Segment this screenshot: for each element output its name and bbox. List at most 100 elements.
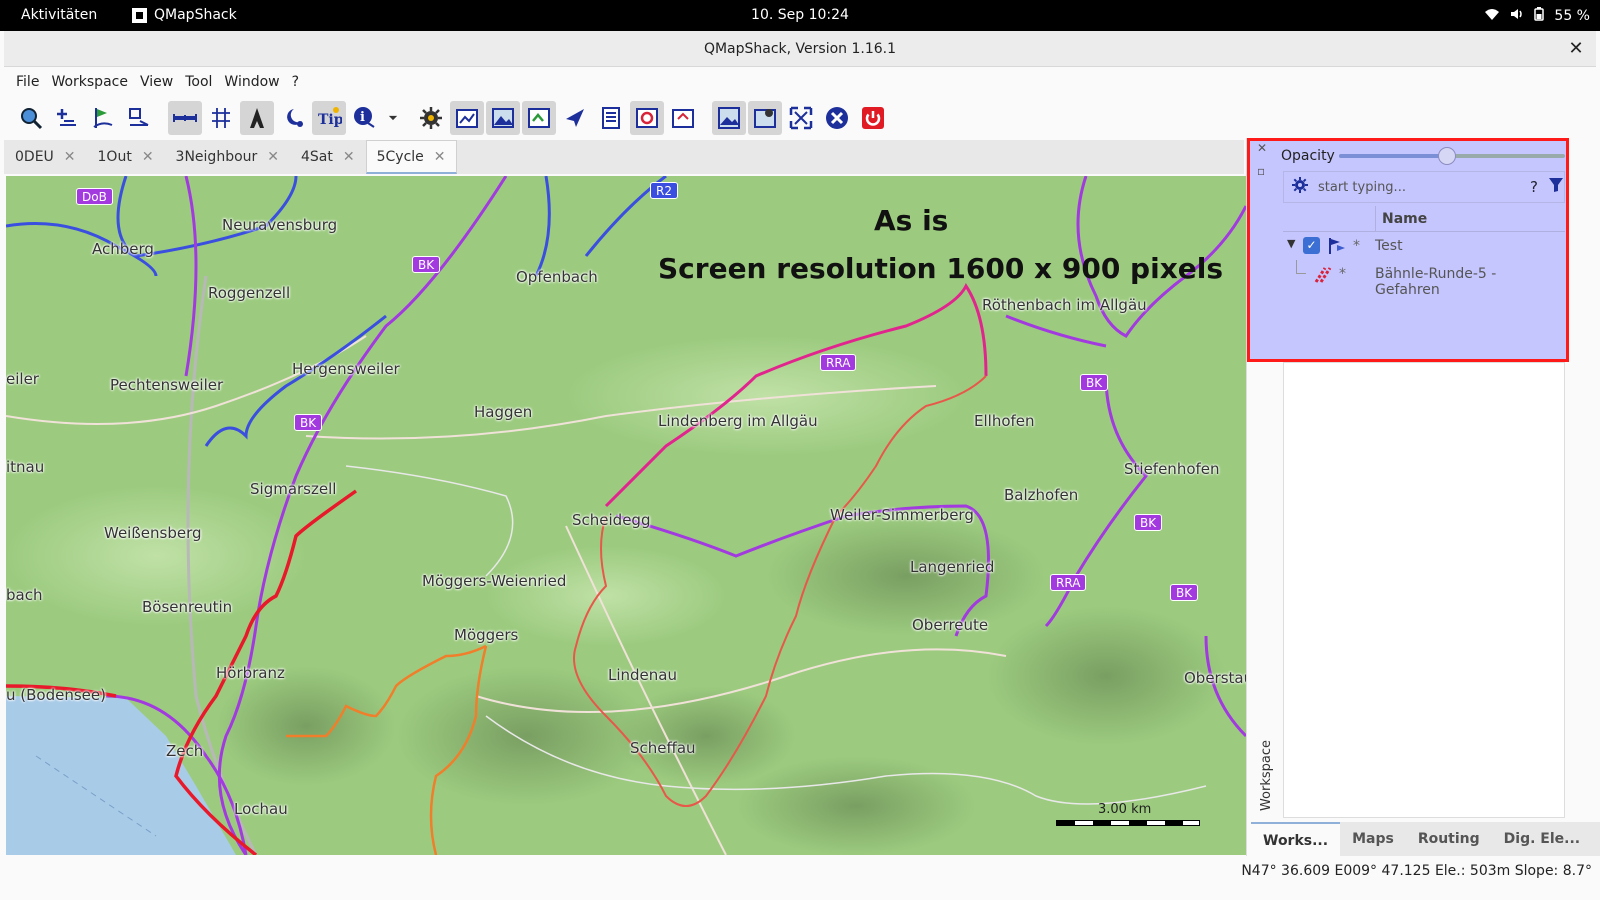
place-label: Neuravensburg	[222, 216, 338, 234]
tab-3neighbour[interactable]: 3Neighbour ✕	[165, 140, 290, 174]
menu-help[interactable]: ?	[286, 68, 305, 96]
app-menu[interactable]: QMapShack	[132, 7, 237, 23]
tab-close-icon[interactable]: ✕	[142, 149, 154, 165]
dock-float-icon[interactable]: ▫	[1257, 164, 1265, 178]
menu-tool[interactable]: Tool	[179, 68, 218, 96]
menu-view[interactable]: View	[134, 68, 179, 96]
modified-mark: *	[1353, 238, 1360, 254]
meadow	[566, 336, 966, 456]
workspace-dock: ✕ ▫ Opacity start typing... ? Name ▼ ✓ *…	[1246, 138, 1600, 856]
menu-workspace[interactable]: Workspace	[45, 68, 134, 96]
night-mode-button[interactable]	[276, 101, 310, 135]
place-label: Roggenzell	[208, 284, 291, 302]
dock-maps-button[interactable]	[486, 101, 520, 135]
dock-realtime-button[interactable]	[630, 101, 664, 135]
filter-input[interactable]: start typing...	[1318, 180, 1520, 195]
fullscreen-icon	[789, 106, 813, 130]
clock[interactable]: 10. Sep 10:24	[0, 7, 1600, 23]
info-button[interactable]: i	[348, 101, 382, 135]
hill-shade	[736, 756, 976, 855]
window-title: QMapShack, Version 1.16.1	[703, 41, 897, 57]
tab-close-icon[interactable]: ✕	[267, 149, 279, 165]
add-waypoint-button[interactable]	[50, 101, 84, 135]
map-setup-button[interactable]	[748, 101, 782, 135]
filter-help-icon[interactable]: ?	[1530, 178, 1538, 196]
place-label: Zech	[166, 742, 204, 760]
track-icon	[1313, 264, 1333, 288]
place-label: Lochau	[234, 800, 288, 818]
add-route-button[interactable]	[86, 101, 120, 135]
dock-close-icon[interactable]: ✕	[1257, 141, 1267, 155]
dock-gis-icon	[672, 109, 694, 128]
add-route-icon	[93, 108, 113, 128]
track-profile-button[interactable]	[240, 101, 274, 135]
settings-gear-button[interactable]	[414, 101, 448, 135]
map-view-icon	[718, 107, 740, 129]
tab-label: 1Out	[97, 149, 132, 165]
workspace-empty-area[interactable]	[1283, 362, 1565, 818]
track-profile-icon	[250, 108, 264, 128]
place-label: u (Bodensee)	[6, 686, 106, 704]
tree-row-project[interactable]: ▼ ✓ * Test	[1283, 232, 1565, 260]
map-view-button[interactable]	[712, 101, 746, 135]
tab-label: 0DEU	[15, 149, 54, 165]
add-waypoint-icon	[57, 109, 76, 126]
overlay-title: As is	[874, 204, 949, 237]
route-badge: DoB	[76, 188, 113, 205]
workspace-filter[interactable]: start typing... ?	[1283, 171, 1565, 203]
overlay-subtitle: Screen resolution 1600 x 900 pixels	[658, 252, 1224, 285]
tree-row-track[interactable]: * Bähnle-Runde-5 - Gefahren	[1283, 260, 1565, 298]
place-label: Weiler-Simmerberg	[830, 506, 974, 524]
column-name[interactable]: Name	[1375, 206, 1427, 232]
place-label: Opfenbach	[516, 268, 598, 286]
tab-close-icon[interactable]: ✕	[64, 149, 76, 165]
zoom-map-button[interactable]	[14, 101, 48, 135]
dock-workspace-button[interactable]	[450, 101, 484, 135]
dock-tab-workspace[interactable]: Works...	[1251, 822, 1341, 856]
place-label: Achberg	[92, 240, 154, 258]
tree-branch-line	[1296, 260, 1306, 274]
dock-dem-button[interactable]	[522, 101, 556, 135]
project-checkbox[interactable]: ✓	[1303, 237, 1320, 254]
tooltip-button[interactable]: Tip	[312, 101, 346, 135]
dropdown-arrow-button[interactable]	[384, 101, 402, 135]
tab-close-icon[interactable]: ✕	[343, 149, 355, 165]
tab-label: 4Sat	[301, 149, 333, 165]
tab-1out[interactable]: 1Out ✕	[87, 140, 165, 174]
dock-gis-button[interactable]	[666, 101, 700, 135]
tab-5cycle[interactable]: 5Cycle ✕	[365, 140, 457, 174]
tab-close-icon[interactable]: ✕	[434, 149, 446, 165]
dock-routing-button[interactable]	[558, 101, 592, 135]
filter-gear-icon[interactable]	[1292, 177, 1308, 197]
window-close-button[interactable]: ✕	[1564, 31, 1588, 67]
scale-bar: 3.00 km	[1056, 802, 1200, 826]
night-mode-icon	[287, 109, 303, 127]
tab-0deu[interactable]: 0DEU ✕	[4, 140, 87, 174]
add-track-icon	[129, 108, 149, 126]
grid-button[interactable]	[204, 101, 238, 135]
meadow	[486, 546, 726, 646]
dock-tab-dig-ele[interactable]: Dig. Ele...	[1492, 822, 1592, 856]
system-tray[interactable]: 55 %	[1484, 7, 1590, 25]
filter-funnel-icon[interactable]	[1548, 177, 1564, 197]
project-flag-icon	[1327, 236, 1347, 260]
map-setup-icon	[754, 109, 776, 128]
menu-window[interactable]: Window	[218, 68, 285, 96]
map-canvas[interactable]: Neuravensburg Achberg Roggenzell Opfenbach H…	[6, 176, 1246, 855]
tab-4sat[interactable]: 4Sat ✕	[290, 140, 366, 174]
scale-bar-icon	[173, 114, 197, 122]
opacity-slider[interactable]	[1339, 147, 1565, 165]
menu-file[interactable]: File	[10, 68, 45, 96]
dock-tab-maps[interactable]: Maps	[1340, 822, 1406, 856]
activities-button[interactable]: Aktivitäten	[21, 7, 97, 23]
power-quit-button[interactable]	[856, 101, 890, 135]
scale-bar-button[interactable]	[168, 101, 202, 135]
expand-arrow-icon[interactable]: ▼	[1287, 237, 1295, 250]
fullscreen-button[interactable]	[784, 101, 818, 135]
dock-database-button[interactable]	[594, 101, 628, 135]
place-label: Ellhofen	[974, 412, 1035, 430]
add-track-button[interactable]	[122, 101, 156, 135]
route-badge: BK	[294, 414, 323, 431]
close-x-button[interactable]	[820, 101, 854, 135]
dock-tab-routing[interactable]: Routing	[1406, 822, 1492, 856]
